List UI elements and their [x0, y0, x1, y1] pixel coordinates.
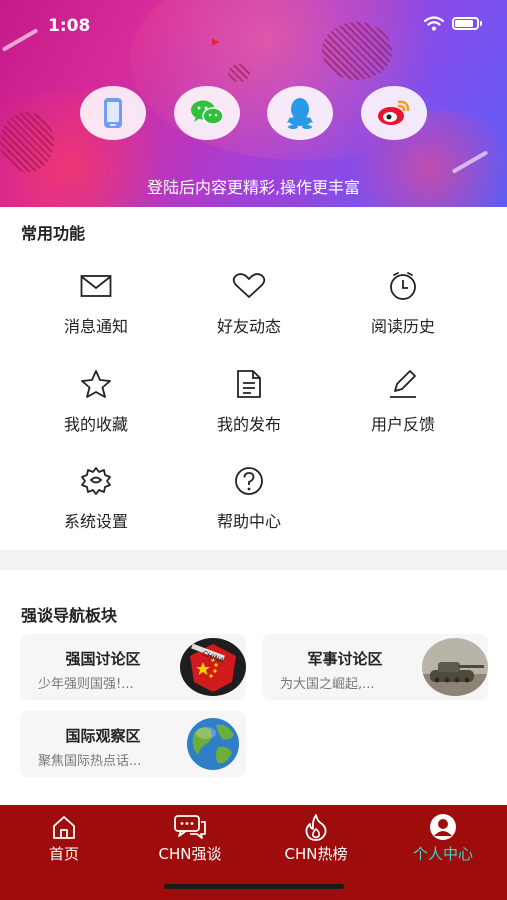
nav-boards-title: 强谈导航板块: [21, 606, 118, 625]
favorites-label: 我的收藏: [63, 415, 128, 434]
chat-icon: [174, 815, 206, 839]
messages-button[interactable]: 消息通知: [26, 271, 166, 337]
settings-button[interactable]: 系统设置: [26, 466, 166, 532]
board-desc: 聚焦国际热点话...: [38, 754, 142, 769]
help-center-label: 帮助中心: [216, 512, 281, 531]
heart-icon: [232, 273, 266, 298]
wechat-icon: [191, 100, 224, 125]
board-desc: 少年强则国强!...: [38, 677, 134, 692]
profile-header: 1:08 登陆后内容更精彩,操作更丰富: [0, 0, 507, 207]
china-flag-image: CHINA: [180, 638, 246, 696]
board-title: 军事讨论区: [307, 650, 383, 668]
pen-icon: [390, 370, 416, 398]
status-icons: [424, 16, 482, 31]
help-icon: [235, 467, 263, 495]
friend-updates-button[interactable]: 好友动态: [179, 271, 319, 337]
fire-icon: [305, 814, 327, 841]
clock-icon: [390, 272, 416, 300]
reading-history-label: 阅读历史: [370, 317, 435, 336]
weibo-login-button[interactable]: [361, 86, 427, 140]
messages-label: 消息通知: [63, 317, 128, 336]
common-functions-card: 常用功能 消息通知 好友动态 阅读历史 我的收藏 我的发布 用户反馈 系统设置 …: [0, 207, 507, 550]
mail-icon: [80, 275, 112, 297]
board-card-international[interactable]: 国际观察区 聚焦国际热点话...: [20, 711, 246, 777]
phone-login-button[interactable]: [80, 86, 146, 140]
star-icon: [81, 370, 111, 398]
qq-login-button[interactable]: [267, 86, 333, 140]
my-posts-label: 我的发布: [216, 415, 281, 434]
friend-updates-label: 好友动态: [216, 317, 281, 336]
settings-label: 系统设置: [63, 512, 128, 531]
tab-label: CHN强谈: [158, 845, 222, 863]
board-card-military[interactable]: 军事讨论区 为大国之崛起,...: [262, 634, 488, 700]
feedback-label: 用户反馈: [370, 415, 435, 434]
wifi-icon: [424, 16, 444, 31]
board-title: 强国讨论区: [65, 650, 141, 668]
phone-icon: [104, 98, 122, 128]
tab-chn-hot[interactable]: CHN热榜: [261, 813, 371, 864]
board-desc: 为大国之崛起,...: [280, 677, 375, 692]
wechat-login-button[interactable]: [174, 86, 240, 140]
tab-chn-talk[interactable]: CHN强谈: [135, 813, 245, 864]
home-icon: [53, 816, 75, 839]
tab-label: 首页: [48, 845, 79, 863]
weibo-icon: [378, 100, 410, 125]
login-tip: 登陆后内容更精彩,操作更丰富: [146, 178, 361, 197]
help-center-button[interactable]: 帮助中心: [179, 466, 319, 532]
nav-boards-card: 强谈导航板块 强国讨论区 少年强则国强!... CHINA 军事讨论区 为大国之…: [0, 570, 507, 805]
tab-home[interactable]: 首页: [9, 813, 119, 864]
user-icon: [430, 814, 456, 840]
home-indicator: [164, 884, 344, 889]
board-card-china[interactable]: 强国讨论区 少年强则国强!... CHINA: [20, 634, 246, 700]
gear-icon: [81, 467, 111, 495]
favorites-button[interactable]: 我的收藏: [26, 369, 166, 435]
battery-icon: [452, 17, 482, 30]
common-functions-title: 常用功能: [21, 224, 86, 243]
qq-icon: [287, 98, 313, 129]
reading-history-button[interactable]: 阅读历史: [333, 271, 473, 337]
document-icon: [237, 370, 261, 398]
tab-label: 个人中心: [412, 845, 473, 863]
feedback-button[interactable]: 用户反馈: [333, 369, 473, 435]
status-time: 1:08: [48, 16, 91, 36]
tab-label: CHN热榜: [284, 845, 348, 863]
board-title: 国际观察区: [65, 727, 141, 745]
globe-image: [180, 715, 246, 773]
tab-personal-center[interactable]: 个人中心: [388, 813, 498, 864]
my-posts-button[interactable]: 我的发布: [179, 369, 319, 435]
tank-image: [422, 638, 488, 696]
